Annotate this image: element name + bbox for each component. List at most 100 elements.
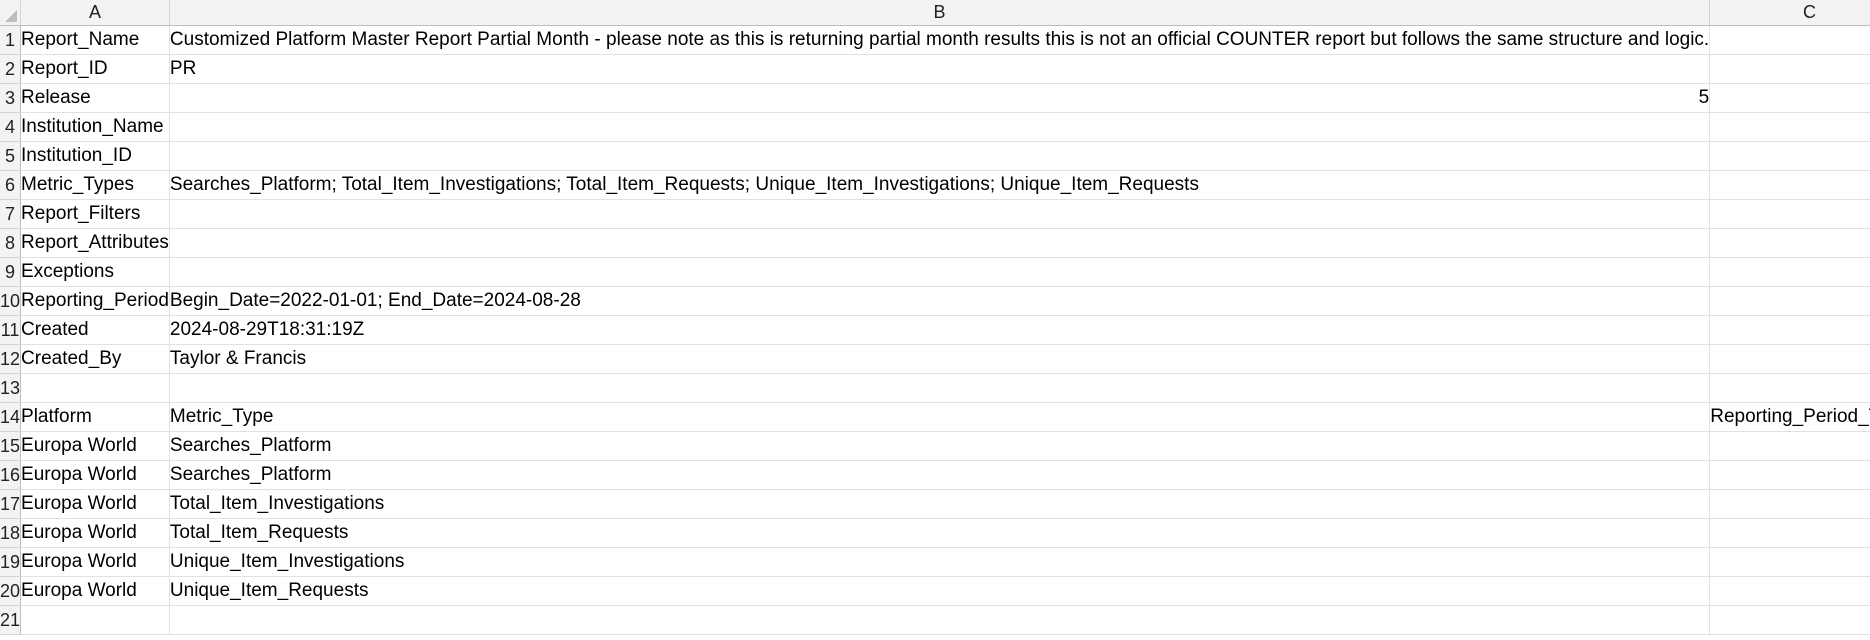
table-cell[interactable]: 175 — [1709, 547, 1870, 577]
cell-value[interactable]: Customized Platform Master Report Partia… — [169, 25, 1711, 55]
table-cell[interactable]: Searches_Platform — [169, 460, 1711, 490]
cell-label[interactable]: Report_Filters — [20, 199, 170, 229]
cell[interactable] — [1709, 228, 1870, 258]
row-header[interactable]: 10 — [0, 286, 22, 316]
row-header[interactable]: 16 — [0, 460, 22, 490]
row-header[interactable]: 14 — [0, 402, 22, 432]
cell-value[interactable]: Taylor & Francis — [169, 344, 1711, 374]
cell[interactable] — [1709, 315, 1870, 345]
table-cell[interactable]: 206 — [1709, 518, 1870, 548]
cell-value[interactable] — [169, 112, 1711, 142]
cell[interactable] — [169, 373, 1711, 403]
table-cell[interactable]: Unique_Item_Requests — [169, 576, 1711, 606]
cell-label[interactable]: Institution_ID — [20, 141, 170, 171]
table-cell[interactable]: Europa World — [20, 518, 170, 548]
cell-label[interactable]: Report_ID — [20, 54, 170, 84]
cell[interactable] — [20, 373, 170, 403]
table-column-header[interactable]: Reporting_Period_Total — [1709, 402, 1870, 432]
row-header[interactable]: 2 — [0, 54, 22, 84]
worksheet-grid[interactable]: ABCDEFGHIJKLMNOPQRS 1Report_NameCustomiz… — [0, 0, 1870, 635]
cell-value[interactable]: 5 — [169, 83, 1711, 113]
cell[interactable] — [169, 605, 1711, 635]
sheet-row: 10 Reporting_Period Begin_Date=2022-01-01;… — [0, 286, 1870, 316]
cell-label[interactable]: Created_By — [20, 344, 170, 374]
cell-value[interactable] — [169, 199, 1711, 229]
row-header[interactable]: 1 — [0, 25, 22, 55]
sheet-row: 5 Institution_ID — [0, 141, 1870, 171]
spreadsheet[interactable]: ABCDEFGHIJKLMNOPQRS 1Report_NameCustomiz… — [0, 0, 1870, 640]
sheet-row: 14PlatformMetric_TypeReporting_Period_To… — [0, 402, 1870, 432]
cell[interactable] — [1709, 344, 1870, 374]
column-header-a[interactable]: A — [20, 0, 170, 26]
table-column-header[interactable]: Metric_Type — [169, 402, 1711, 432]
row-header[interactable]: 8 — [0, 228, 22, 258]
table-row: 16Europa WorldSearches_Platform320000000… — [0, 460, 1870, 490]
row-header[interactable]: 5 — [0, 141, 22, 171]
cell[interactable] — [20, 605, 170, 635]
row-header[interactable]: 4 — [0, 112, 22, 142]
cell-label[interactable]: Metric_Types — [20, 170, 170, 200]
table-cell[interactable]: 32 — [1709, 431, 1870, 461]
cell-label[interactable]: Report_Attributes — [20, 228, 170, 258]
table-cell[interactable]: Searches_Platform — [169, 431, 1711, 461]
cell-value-text: Begin_Date=2022-01-01; End_Date=2024-08-… — [169, 289, 581, 311]
cell-value[interactable]: Searches_Platform; Total_Item_Investigat… — [169, 170, 1711, 200]
cell-value[interactable]: Begin_Date=2022-01-01; End_Date=2024-08-… — [169, 286, 1711, 316]
row-header[interactable]: 12 — [0, 344, 22, 374]
cell-value[interactable] — [169, 141, 1711, 171]
row-header[interactable]: 17 — [0, 489, 22, 519]
column-header-b[interactable]: B — [169, 0, 1711, 26]
cell[interactable] — [1709, 605, 1870, 635]
table-cell[interactable]: 175 — [1709, 576, 1870, 606]
table-cell[interactable]: Europa World — [20, 547, 170, 577]
row-header[interactable]: 21 — [0, 605, 22, 635]
sheet-row: 2 Report_ID PR — [0, 54, 1870, 84]
cell-label[interactable]: Institution_Name — [20, 112, 170, 142]
row-header[interactable]: 6 — [0, 170, 22, 200]
cell-value[interactable] — [169, 228, 1711, 258]
cell[interactable] — [1709, 25, 1870, 55]
cell-value[interactable]: 2024-08-29T18:31:19Z — [169, 315, 1711, 345]
cell-value[interactable]: PR — [169, 54, 1711, 84]
row-header[interactable]: 11 — [0, 315, 22, 345]
row-header[interactable]: 3 — [0, 83, 22, 113]
row-header[interactable]: 9 — [0, 257, 22, 287]
sheet-row: 7 Report_Filters — [0, 199, 1870, 229]
cell-value-text: Searches_Platform; Total_Item_Investigat… — [169, 173, 1199, 195]
table-cell[interactable]: 206 — [1709, 489, 1870, 519]
cell-label[interactable]: Release — [20, 83, 170, 113]
table-cell[interactable]: Unique_Item_Investigations — [169, 547, 1711, 577]
cell[interactable] — [1709, 141, 1870, 171]
table-cell[interactable]: Europa World — [20, 431, 170, 461]
table-cell[interactable]: Europa World — [20, 460, 170, 490]
cell-value[interactable] — [169, 257, 1711, 287]
cell-label[interactable]: Exceptions — [20, 257, 170, 287]
cell[interactable] — [1709, 199, 1870, 229]
row-header[interactable]: 20 — [0, 576, 22, 606]
cell[interactable] — [1709, 54, 1870, 84]
cell[interactable] — [1709, 170, 1870, 200]
cell-label[interactable]: Reporting_Period — [20, 286, 170, 316]
row-header[interactable]: 19 — [0, 547, 22, 577]
table-cell[interactable]: Total_Item_Investigations — [169, 489, 1711, 519]
cell-label[interactable]: Report_Name — [20, 25, 170, 55]
table-column-header[interactable]: Platform — [20, 402, 170, 432]
row-header[interactable]: 18 — [0, 518, 22, 548]
table-cell[interactable]: Europa World — [20, 489, 170, 519]
select-all-corner[interactable] — [0, 0, 22, 26]
cell-label[interactable]: Created — [20, 315, 170, 345]
table-cell[interactable]: Total_Item_Requests — [169, 518, 1711, 548]
row-header[interactable]: 13 — [0, 373, 22, 403]
row-header[interactable]: 15 — [0, 431, 22, 461]
table-cell[interactable]: 32 — [1709, 460, 1870, 490]
column-header-row: ABCDEFGHIJKLMNOPQRS — [0, 0, 1870, 26]
table-cell[interactable]: Europa World — [20, 576, 170, 606]
column-header-c[interactable]: C — [1709, 0, 1870, 26]
table-row: 18Europa WorldTotal_Item_Requests2060000… — [0, 518, 1870, 548]
cell[interactable] — [1709, 83, 1870, 113]
cell[interactable] — [1709, 373, 1870, 403]
cell[interactable] — [1709, 286, 1870, 316]
cell[interactable] — [1709, 112, 1870, 142]
cell[interactable] — [1709, 257, 1870, 287]
row-header[interactable]: 7 — [0, 199, 22, 229]
